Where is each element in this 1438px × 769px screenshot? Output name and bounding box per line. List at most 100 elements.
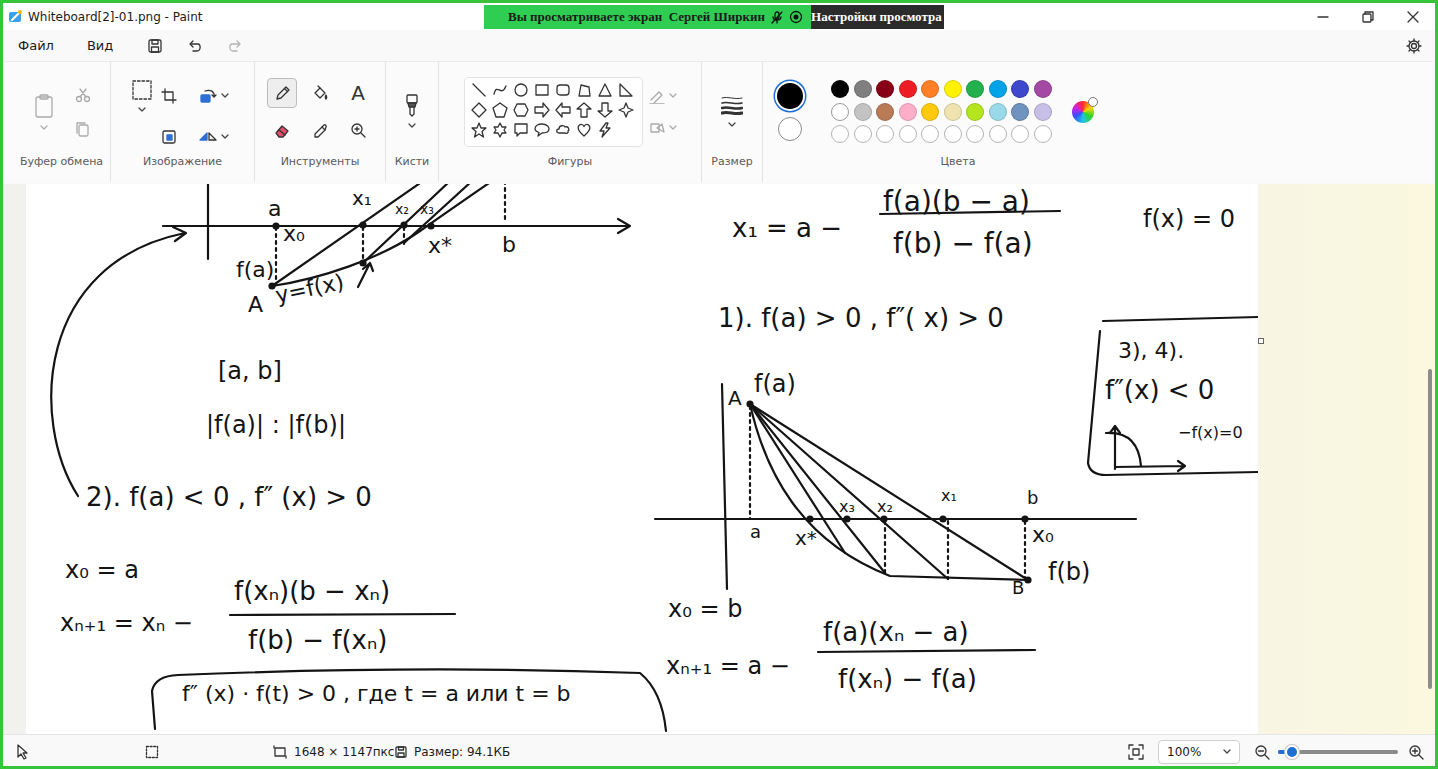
shape-icon[interactable] [597, 122, 613, 138]
paste-button[interactable] [33, 93, 55, 131]
shape-icon[interactable] [534, 122, 550, 138]
shape-icon[interactable] [471, 102, 487, 118]
palette-color[interactable] [944, 80, 962, 98]
custom-color-slot[interactable] [921, 125, 939, 143]
palette-color[interactable] [944, 103, 962, 121]
shape-icon[interactable] [576, 82, 592, 98]
shape-icon[interactable] [492, 122, 508, 138]
palette-color[interactable] [876, 80, 894, 98]
shape-icon[interactable] [513, 102, 529, 118]
eraser-tool[interactable] [267, 116, 297, 146]
shape-icon[interactable] [555, 102, 571, 118]
primary-color[interactable] [777, 83, 803, 109]
vertical-scrollbar[interactable] [1428, 369, 1432, 689]
pencil-tool[interactable] [267, 78, 297, 108]
custom-color-slot[interactable] [899, 125, 917, 143]
undo-button[interactable] [180, 33, 210, 59]
chevron-icon[interactable] [1223, 749, 1231, 755]
palette-color[interactable] [921, 80, 939, 98]
palette-color[interactable] [899, 80, 917, 98]
settings-button[interactable] [1399, 33, 1429, 59]
size-button[interactable] [721, 95, 743, 128]
chevron-icon[interactable] [408, 123, 416, 129]
zoom-tool[interactable] [343, 116, 373, 146]
minimize-button[interactable] [1300, 3, 1345, 30]
palette-color[interactable] [966, 103, 984, 121]
fill-tool[interactable] [305, 78, 335, 108]
shape-icon[interactable] [534, 102, 550, 118]
palette-color[interactable] [854, 80, 872, 98]
save-button[interactable] [140, 33, 170, 59]
palette-color[interactable] [899, 103, 917, 121]
zoom-dropdown[interactable]: 100% [1158, 740, 1240, 764]
flip-button[interactable] [199, 131, 243, 143]
brushes-button[interactable] [403, 94, 421, 129]
canvas[interactable]: ax₀x₁x₂x₃x*bf(a)Ay=f(x)[a, b]|f(a)| : |f… [26, 184, 1258, 734]
palette-color[interactable] [831, 103, 849, 121]
shape-icon[interactable] [471, 82, 487, 98]
edit-colors-icon[interactable] [1072, 101, 1094, 123]
record-icon[interactable] [789, 10, 803, 24]
shape-icon[interactable] [534, 82, 550, 98]
custom-color-slot[interactable] [854, 125, 872, 143]
chevron-icon[interactable] [40, 125, 48, 131]
close-button[interactable] [1390, 3, 1435, 30]
copy-icon[interactable] [75, 121, 91, 137]
menu-item[interactable]: Файл [12, 34, 60, 57]
view-settings-button[interactable]: Настройки просмотра [811, 5, 944, 29]
palette-color[interactable] [966, 80, 984, 98]
custom-color-slot[interactable] [966, 125, 984, 143]
shape-icon[interactable] [618, 102, 634, 118]
zoom-slider-thumb[interactable] [1285, 745, 1299, 759]
shape-icon[interactable] [513, 122, 529, 138]
resize-icon[interactable] [161, 129, 177, 145]
fill-style-button[interactable] [649, 120, 677, 136]
chevron-icon[interactable] [669, 125, 677, 131]
chevron-icon[interactable] [669, 93, 677, 99]
palette-color[interactable] [831, 80, 849, 98]
shape-icon[interactable] [576, 122, 592, 138]
shape-icon[interactable] [555, 122, 571, 138]
palette-color[interactable] [1011, 103, 1029, 121]
zoom-slider[interactable] [1278, 750, 1398, 754]
shape-icon[interactable] [555, 82, 571, 98]
palette-color[interactable] [921, 103, 939, 121]
canvas-resize-handle[interactable] [1258, 338, 1264, 344]
cut-icon[interactable] [75, 87, 91, 103]
crop-icon[interactable] [161, 88, 177, 104]
rotate-button[interactable] [199, 88, 243, 104]
outline-button[interactable] [649, 87, 677, 104]
shape-icon[interactable] [471, 122, 487, 138]
secondary-color[interactable] [778, 117, 802, 141]
shape-icon[interactable] [597, 102, 613, 118]
shape-icon[interactable] [492, 82, 508, 98]
zoom-in-icon[interactable] [1408, 744, 1424, 760]
custom-color-slot[interactable] [989, 125, 1007, 143]
shape-icon[interactable] [618, 82, 634, 98]
zoom-out-icon[interactable] [1254, 744, 1270, 760]
fit-to-window-icon[interactable] [1128, 744, 1144, 760]
palette-color[interactable] [989, 80, 1007, 98]
custom-color-slot[interactable] [944, 125, 962, 143]
palette-color[interactable] [1034, 103, 1052, 121]
custom-color-slot[interactable] [1011, 125, 1029, 143]
palette-color[interactable] [1034, 80, 1052, 98]
palette-color[interactable] [1011, 80, 1029, 98]
chevron-icon[interactable] [138, 107, 146, 113]
select-button[interactable] [123, 79, 161, 113]
redo-button[interactable] [220, 33, 250, 59]
palette-color[interactable] [876, 103, 894, 121]
palette-color[interactable] [854, 103, 872, 121]
custom-color-slot[interactable] [1034, 125, 1052, 143]
text-tool[interactable]: A [343, 78, 373, 108]
shape-icon[interactable] [492, 102, 508, 118]
chevron-icon[interactable] [221, 134, 229, 140]
menu-item[interactable]: Вид [81, 34, 119, 57]
mic-off-icon[interactable] [771, 11, 783, 24]
shape-icon[interactable] [597, 82, 613, 98]
chevron-icon[interactable] [728, 122, 736, 128]
chevron-icon[interactable] [221, 93, 229, 99]
shape-icon[interactable] [513, 82, 529, 98]
shape-icon[interactable] [576, 102, 592, 118]
custom-color-slot[interactable] [831, 125, 849, 143]
